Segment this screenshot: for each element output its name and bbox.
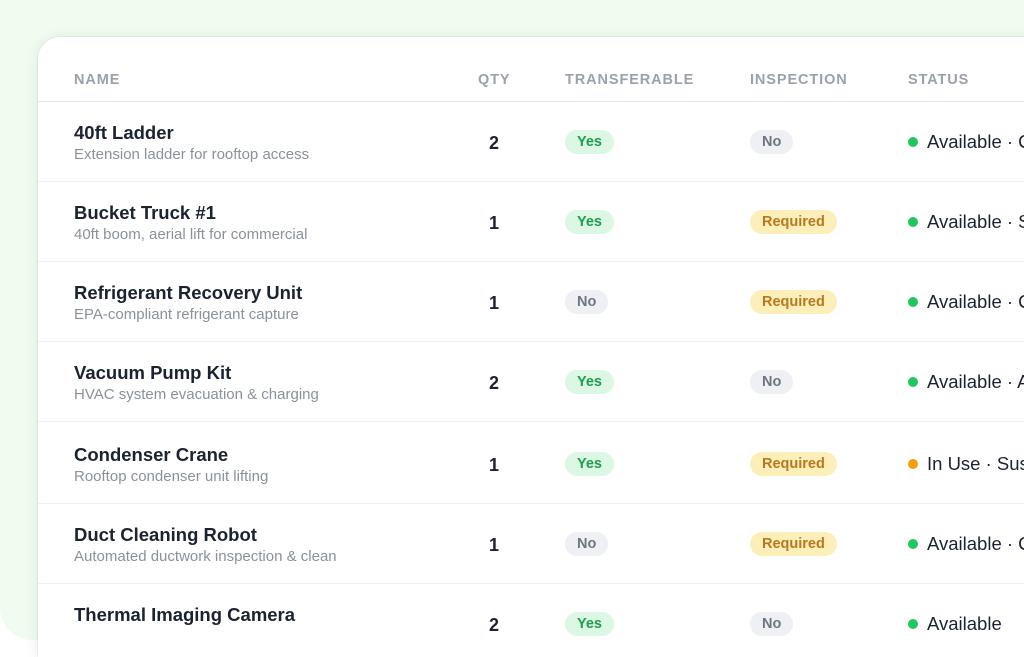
equipment-description: HVAC system evacuation & charging xyxy=(74,386,319,403)
equipment-qty: 1 xyxy=(488,213,499,233)
inspection-badge: No xyxy=(750,130,794,154)
equipment-qty: 2 xyxy=(488,373,499,393)
table-row[interactable]: Duct Cleaning Robot Automated ductwork i… xyxy=(38,504,1024,584)
equipment-qty: 2 xyxy=(488,615,499,635)
table-header: NAME QTY TRANSFERABLE INSPECTION STATUS xyxy=(38,37,1024,102)
equipment-qty: 1 xyxy=(488,293,499,313)
equipment-description: Extension ladder for rooftop access xyxy=(74,146,310,163)
transferable-badge: Yes xyxy=(565,130,614,154)
table-row[interactable]: Bucket Truck #1 40ft boom, aerial lift f… xyxy=(38,182,1024,262)
header-name[interactable]: NAME xyxy=(74,72,120,88)
status-cell: Available · C xyxy=(908,131,1024,153)
transferable-badge: No xyxy=(565,290,609,314)
status-dot-icon xyxy=(908,619,918,629)
header-status[interactable]: STATUS xyxy=(908,72,969,88)
equipment-description: Automated ductwork inspection & clean xyxy=(74,548,337,565)
transferable-badge: Yes xyxy=(565,210,614,234)
transferable-badge: Yes xyxy=(565,452,614,476)
inspection-badge: Required xyxy=(750,210,837,234)
status-cell: Available · S xyxy=(908,211,1024,233)
equipment-name: Thermal Imaging Camera xyxy=(74,604,296,625)
transferable-badge: Yes xyxy=(565,612,614,636)
inspection-badge: Required xyxy=(750,532,837,556)
status-text: Available · C xyxy=(927,533,1024,554)
equipment-qty: 1 xyxy=(488,455,499,475)
status-text: Available · C xyxy=(927,291,1024,312)
equipment-table-card: NAME QTY TRANSFERABLE INSPECTION STATUS … xyxy=(38,37,1024,657)
status-cell: In Use · Sus xyxy=(908,453,1024,475)
equipment-name: Refrigerant Recovery Unit xyxy=(74,282,303,303)
equipment-name: Duct Cleaning Robot xyxy=(74,524,257,545)
equipment-description: EPA-compliant refrigerant capture xyxy=(74,306,299,323)
status-dot-icon xyxy=(908,459,918,469)
table-row[interactable]: Vacuum Pump Kit HVAC system evacuation &… xyxy=(38,342,1024,422)
inspection-badge: No xyxy=(750,612,794,636)
equipment-name: 40ft Ladder xyxy=(74,122,174,143)
equipment-name: Condenser Crane xyxy=(74,444,229,465)
status-cell: Available · C xyxy=(908,291,1024,313)
status-dot-icon xyxy=(908,297,918,307)
equipment-name: Vacuum Pump Kit xyxy=(74,362,232,383)
status-cell: Available xyxy=(908,613,1002,635)
transferable-badge: No xyxy=(565,532,609,556)
equipment-name: Bucket Truck #1 xyxy=(74,202,216,223)
table-row[interactable]: Refrigerant Recovery Unit EPA-compliant … xyxy=(38,262,1024,342)
equipment-description: 40ft boom, aerial lift for commercial xyxy=(74,226,308,243)
header-inspection[interactable]: INSPECTION xyxy=(750,72,848,88)
status-text: In Use · Sus xyxy=(927,453,1024,474)
transferable-badge: Yes xyxy=(565,370,614,394)
status-text: Available · C xyxy=(927,131,1024,152)
inspection-badge: Required xyxy=(750,452,837,476)
header-transferable[interactable]: TRANSFERABLE xyxy=(565,72,694,88)
equipment-qty: 1 xyxy=(488,535,499,555)
inspection-badge: Required xyxy=(750,290,837,314)
status-dot-icon xyxy=(908,539,918,549)
status-dot-icon xyxy=(908,377,918,387)
status-text: Available · S xyxy=(927,211,1024,232)
table-row[interactable]: 40ft Ladder Extension ladder for rooftop… xyxy=(38,102,1024,182)
status-dot-icon xyxy=(908,217,918,227)
equipment-description: Rooftop condenser unit lifting xyxy=(74,468,269,485)
inspection-badge: No xyxy=(750,370,794,394)
status-cell: Available · C xyxy=(908,533,1024,555)
table-row[interactable]: Condenser Crane Rooftop condenser unit l… xyxy=(38,422,1024,504)
header-qty[interactable]: QTY xyxy=(478,72,511,88)
status-text: Available · A xyxy=(927,371,1024,392)
status-text: Available xyxy=(927,613,1002,634)
status-cell: Available · A xyxy=(908,371,1024,393)
equipment-qty: 2 xyxy=(488,133,499,153)
status-dot-icon xyxy=(908,137,918,147)
table-row[interactable]: Thermal Imaging Camera 2 Yes No Availabl… xyxy=(38,584,1024,657)
